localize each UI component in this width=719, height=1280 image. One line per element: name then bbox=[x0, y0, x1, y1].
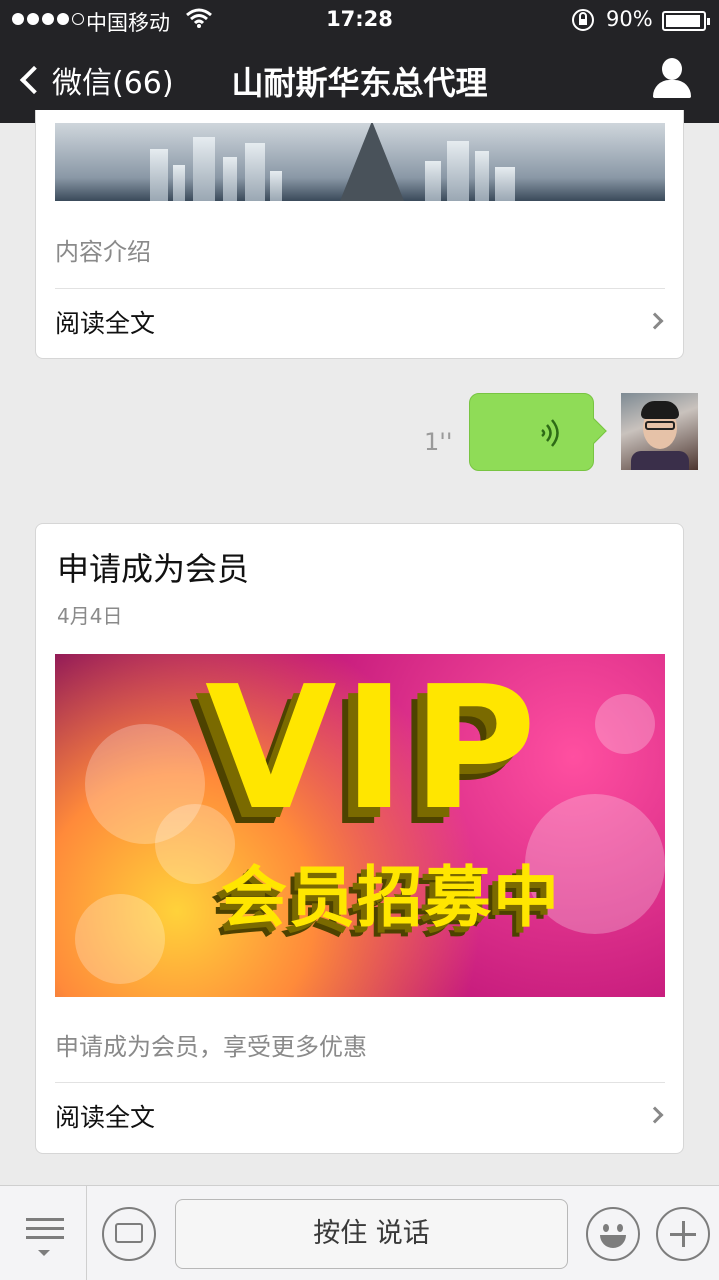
article-card[interactable]: 申请成为会员 4月4日 VIP 会员招募中 申请成为会员，享受更多优惠 阅读全文 bbox=[35, 523, 684, 1154]
article-title: 申请成为会员 bbox=[57, 550, 250, 588]
voice-message-bubble[interactable] bbox=[469, 393, 607, 471]
vip-headline: VIP bbox=[205, 654, 543, 848]
emoji-button[interactable] bbox=[586, 1207, 640, 1261]
article-cover-image bbox=[55, 123, 665, 201]
page-title: 山耐斯华东总代理 bbox=[231, 64, 488, 102]
article-card[interactable]: 内容介绍 阅读全文 bbox=[35, 110, 684, 359]
article-date: 4月4日 bbox=[57, 604, 123, 628]
profile-icon[interactable] bbox=[653, 58, 691, 98]
divider bbox=[55, 288, 665, 289]
keyboard-button[interactable] bbox=[102, 1207, 156, 1261]
voice-duration: 1'' bbox=[424, 428, 453, 456]
top-bar: 中国移动 17:28 90% 微信(66) 山耐斯华东总代理 bbox=[0, 0, 719, 123]
read-more-link[interactable]: 阅读全文 bbox=[55, 1098, 155, 1134]
battery-percent: 90% bbox=[606, 7, 653, 31]
voice-wave-icon bbox=[536, 416, 566, 450]
article-description: 申请成为会员，享受更多优惠 bbox=[55, 1033, 367, 1061]
input-toolbar: 按住 说话 bbox=[0, 1185, 719, 1280]
status-bar: 中国移动 17:28 90% bbox=[0, 0, 719, 40]
chevron-right-icon bbox=[646, 312, 664, 330]
article-description: 内容介绍 bbox=[55, 238, 151, 266]
more-button[interactable] bbox=[656, 1207, 710, 1261]
keyboard-icon bbox=[115, 1223, 143, 1243]
divider bbox=[55, 1082, 665, 1083]
orientation-lock-icon bbox=[571, 8, 595, 37]
emoji-icon bbox=[603, 1224, 609, 1232]
menu-icon bbox=[26, 1218, 64, 1245]
vip-subheadline: 会员招募中 bbox=[221, 859, 561, 936]
avatar[interactable] bbox=[621, 393, 698, 470]
hold-to-talk-button[interactable]: 按住 说话 bbox=[175, 1199, 568, 1269]
triangle-down-icon bbox=[38, 1250, 50, 1256]
chevron-right-icon bbox=[646, 1106, 664, 1124]
read-more-link[interactable]: 阅读全文 bbox=[55, 304, 155, 340]
menu-button[interactable] bbox=[0, 1186, 87, 1280]
battery-icon bbox=[662, 11, 710, 31]
article-cover-image: VIP 会员招募中 bbox=[55, 654, 665, 997]
